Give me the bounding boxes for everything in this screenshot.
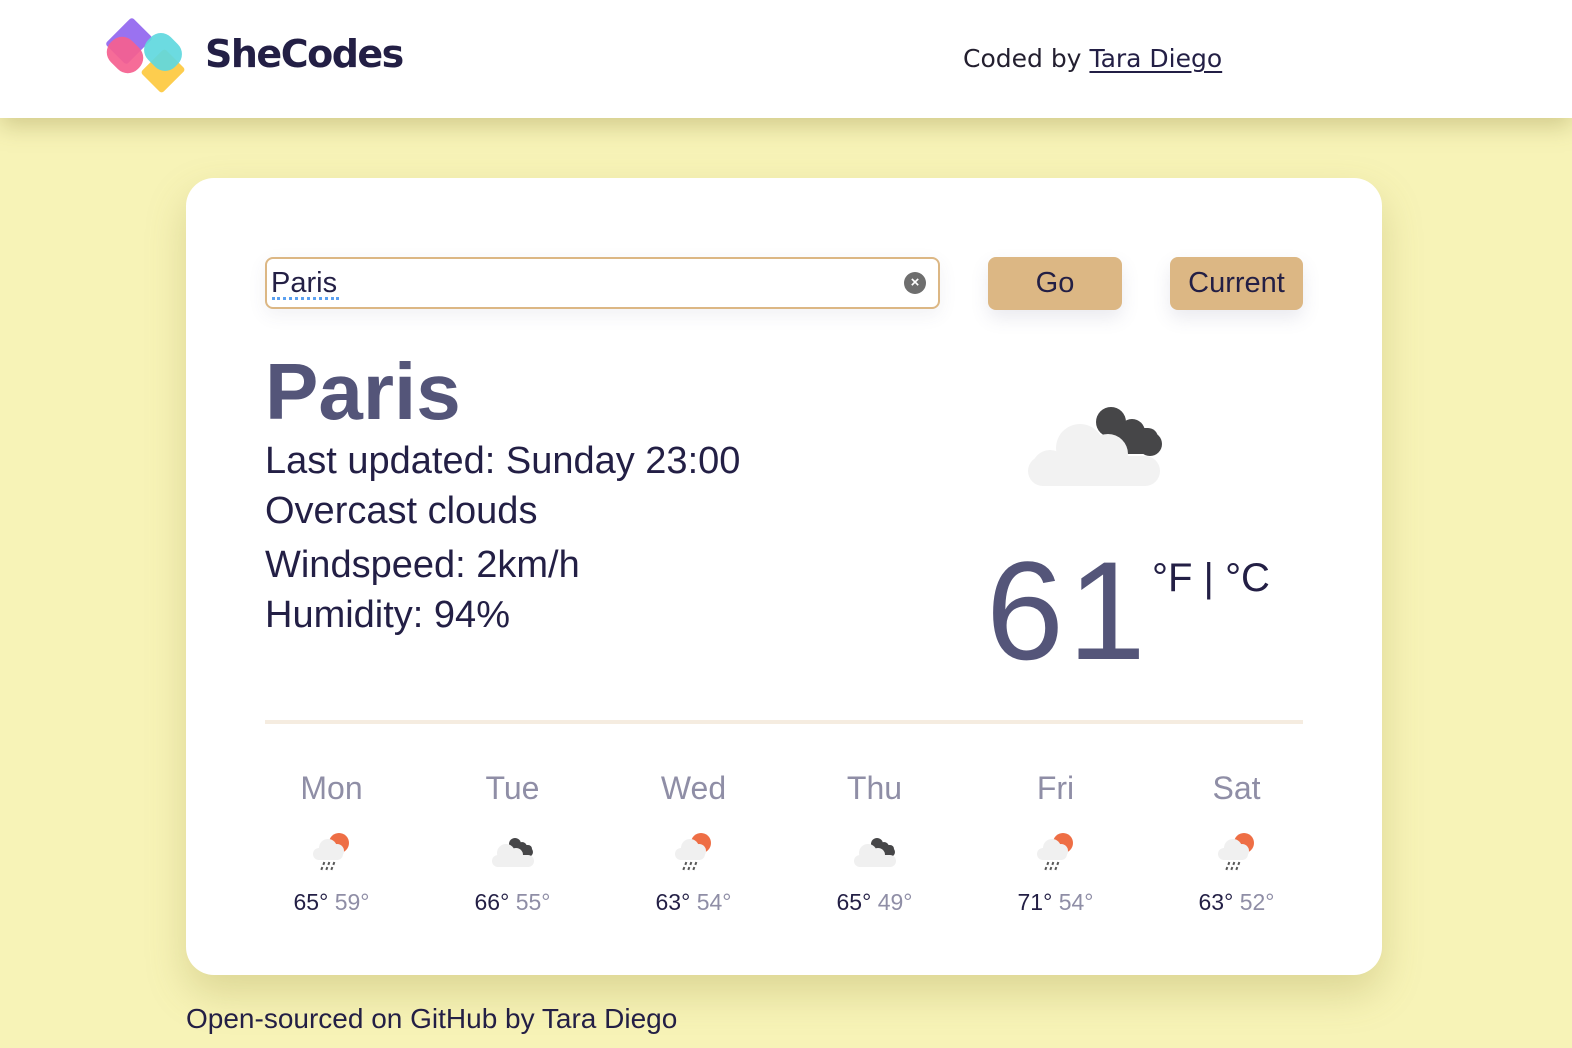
forecast-day-name: Fri bbox=[1036, 770, 1075, 806]
forecast-day: Wed 63° 54° bbox=[603, 768, 784, 916]
forecast-day-name: Tue bbox=[485, 770, 540, 806]
forecast-day-name: Mon bbox=[300, 770, 363, 806]
forecast-max: 63° bbox=[655, 889, 691, 915]
go-button[interactable]: Go bbox=[988, 257, 1122, 310]
forecast-day: Fri 71° 54° bbox=[965, 768, 1146, 916]
unit-toggle: °F | °C bbox=[1152, 556, 1270, 601]
footer: Open-sourced on GitHub by Tara Diego bbox=[186, 1003, 677, 1035]
forecast: Mon 65° 59° Tue 66° 55° Wed 63° 54° Thu … bbox=[241, 768, 1327, 928]
last-updated: Last updated: Sunday 23:00 bbox=[265, 440, 741, 482]
fahrenheit-link[interactable]: °F bbox=[1152, 556, 1192, 600]
forecast-day: Thu 65° 49° bbox=[784, 768, 965, 916]
forecast-max: 66° bbox=[474, 889, 510, 915]
rain-sun-icon bbox=[1217, 833, 1254, 871]
forecast-day-name: Wed bbox=[660, 770, 727, 806]
city-name: Paris bbox=[265, 347, 461, 436]
footer-author: by Tara Diego bbox=[497, 1003, 678, 1034]
forecast-max: 63° bbox=[1198, 889, 1234, 915]
forecast-temps: 63° 52° bbox=[1146, 889, 1327, 916]
city-search-input[interactable] bbox=[271, 263, 891, 303]
author-link[interactable]: Tara Diego bbox=[1089, 44, 1222, 73]
forecast-min: 59° bbox=[334, 889, 370, 915]
coded-by-prefix: Coded by bbox=[963, 44, 1090, 73]
humidity: Humidity: 94% bbox=[265, 594, 510, 636]
rain-sun-icon bbox=[1036, 833, 1073, 871]
forecast-max: 71° bbox=[1017, 889, 1053, 915]
current-location-button[interactable]: Current bbox=[1170, 257, 1303, 310]
forecast-day-name: Sat bbox=[1212, 770, 1261, 806]
windspeed: Windspeed: 2km/h bbox=[265, 544, 580, 586]
rain-sun-icon bbox=[674, 833, 711, 871]
forecast-temps: 63° 54° bbox=[603, 889, 784, 916]
forecast-max: 65° bbox=[293, 889, 329, 915]
forecast-min: 54° bbox=[696, 889, 732, 915]
spellcheck-underline bbox=[272, 297, 339, 300]
rain-sun-icon bbox=[312, 833, 349, 871]
top-bar: SheCodes Coded by Tara Diego bbox=[0, 0, 1572, 118]
overcast-clouds-icon bbox=[853, 838, 896, 867]
coded-by: Coded by Tara Diego bbox=[963, 44, 1222, 73]
forecast-temps: 65° 49° bbox=[784, 889, 965, 916]
clear-icon[interactable]: × bbox=[904, 272, 926, 294]
current-temperature: 61 bbox=[986, 532, 1150, 689]
celsius-link[interactable]: °C bbox=[1225, 556, 1270, 600]
forecast-max: 65° bbox=[836, 889, 872, 915]
forecast-min: 55° bbox=[515, 889, 551, 915]
shecodes-logo[interactable]: SheCodes bbox=[102, 14, 422, 104]
forecast-temps: 71° 54° bbox=[965, 889, 1146, 916]
forecast-min: 54° bbox=[1058, 889, 1094, 915]
forecast-day: Mon 65° 59° bbox=[241, 768, 422, 916]
forecast-min: 52° bbox=[1239, 889, 1275, 915]
forecast-min: 49° bbox=[877, 889, 913, 915]
shecodes-logo-icon bbox=[106, 18, 185, 93]
forecast-temps: 66° 55° bbox=[422, 889, 603, 916]
unit-separator: | bbox=[1192, 556, 1226, 600]
weather-card: × Go Current Paris Last updated: Sunday … bbox=[186, 178, 1382, 975]
search-form: × bbox=[265, 257, 940, 309]
overcast-clouds-icon bbox=[491, 838, 534, 867]
weather-description: Overcast clouds bbox=[265, 490, 538, 532]
forecast-day-name: Thu bbox=[846, 770, 903, 806]
brand-name: SheCodes bbox=[205, 32, 404, 76]
forecast-temps: 65° 59° bbox=[241, 889, 422, 916]
divider bbox=[265, 720, 1303, 724]
forecast-day: Sat 63° 52° bbox=[1146, 768, 1327, 916]
github-link[interactable]: Open-sourced on GitHub bbox=[186, 1003, 497, 1034]
forecast-day: Tue 66° 55° bbox=[422, 768, 603, 916]
overcast-clouds-icon bbox=[1028, 398, 1173, 498]
